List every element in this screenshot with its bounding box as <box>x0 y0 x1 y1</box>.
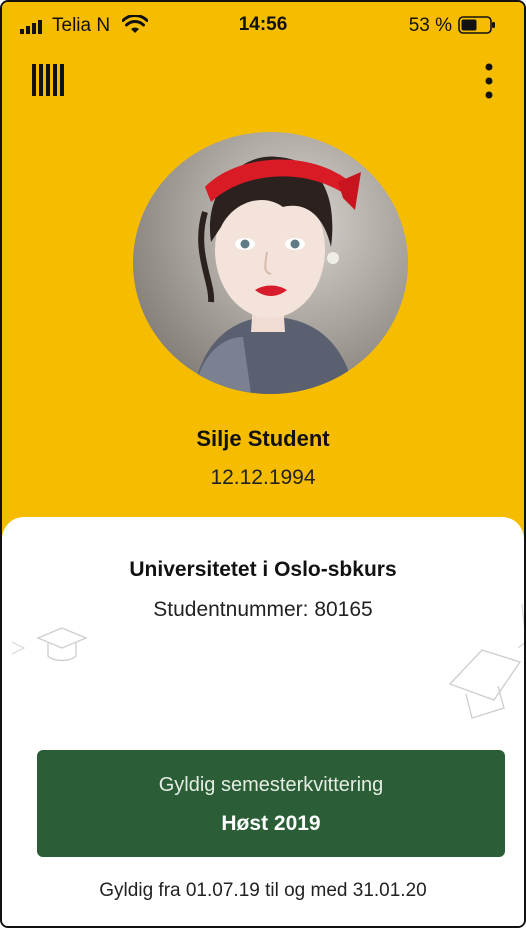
barcode-icon[interactable] <box>32 64 68 96</box>
validity-period: Gyldig fra 01.07.19 til og med 31.01.20 <box>99 880 427 901</box>
battery-percent: 53 % <box>408 15 452 36</box>
student-number: Studentnummer: 80165 <box>153 598 373 621</box>
receipt-title: Gyldig semesterkvittering <box>158 774 384 796</box>
birth-date: 12.12.1994 <box>210 466 316 489</box>
profile-photo <box>133 132 408 394</box>
receipt-term: Høst 2019 <box>221 812 321 835</box>
semester-receipt-badge: Gyldig semesterkvittering Høst 2019 <box>37 750 505 857</box>
battery-icon <box>458 16 495 34</box>
portrait-illustration <box>193 156 361 394</box>
student-name: Silje Student <box>196 426 330 451</box>
more-vertical-icon[interactable] <box>480 62 498 100</box>
status-bar: Telia N 14:56 53 % <box>2 2 524 46</box>
student-id-screen: Telia N 14:56 53 % Silje Student 12.12.1… <box>0 0 526 928</box>
institution-name: Universitetet i Oslo-sbkurs <box>129 558 397 581</box>
graduation-cap-icon <box>12 627 88 662</box>
